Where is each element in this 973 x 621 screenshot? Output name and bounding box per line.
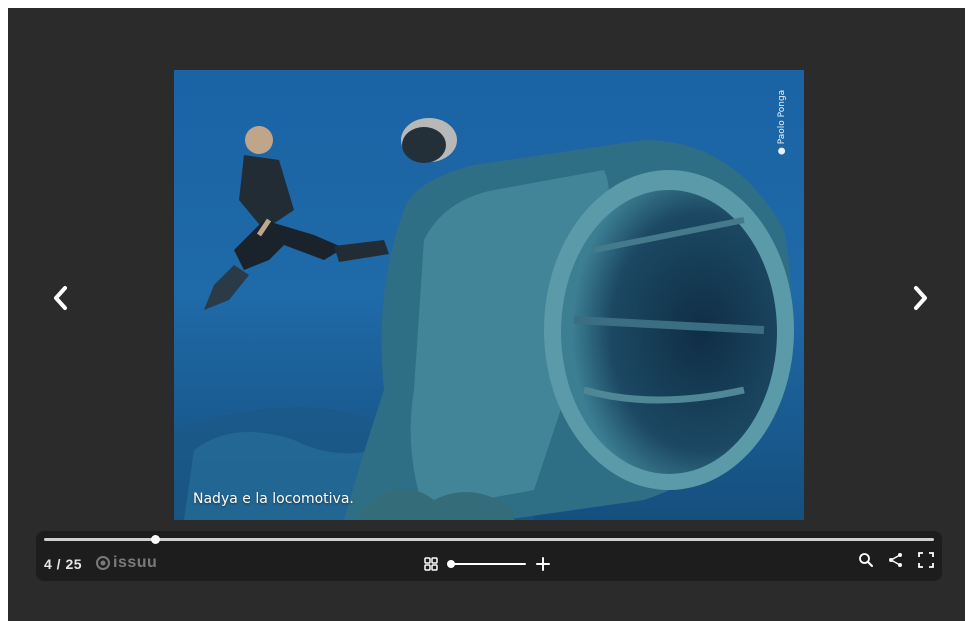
- chevron-left-icon: [54, 286, 67, 310]
- previous-page-button[interactable]: [46, 278, 76, 318]
- share-icon: [889, 553, 902, 567]
- page-caption: Nadya e la locomotiva.: [193, 491, 354, 507]
- grid-view-button[interactable]: [424, 557, 438, 571]
- viewer-toolbar: 4 / 25 issuu: [36, 531, 942, 581]
- issuu-logo[interactable]: issuu: [96, 554, 157, 572]
- page-progress-bar[interactable]: [44, 535, 934, 544]
- zoom-in-button[interactable]: [536, 557, 550, 571]
- plus-icon: [536, 557, 550, 571]
- zoom-handle[interactable]: [447, 560, 455, 568]
- toolbar-actions: [858, 552, 934, 568]
- chevron-right-icon: [914, 286, 927, 310]
- search-icon: [859, 553, 873, 567]
- search-button[interactable]: [858, 552, 874, 568]
- copyright-icon: ●: [777, 144, 787, 155]
- underwater-photo: [174, 70, 804, 520]
- zoom-controls: [424, 552, 550, 576]
- next-page-button[interactable]: [905, 278, 935, 318]
- zoom-track: [450, 563, 526, 565]
- brand-name: issuu: [113, 554, 158, 571]
- photo-credit-text: Paolo Ponga: [777, 89, 787, 145]
- fullscreen-icon: [918, 552, 934, 568]
- page-counter: 4 / 25: [44, 556, 83, 572]
- zoom-slider[interactable]: [447, 557, 530, 571]
- fullscreen-button[interactable]: [918, 552, 934, 568]
- progress-handle[interactable]: [151, 535, 161, 544]
- share-button[interactable]: [888, 552, 904, 568]
- document-viewer: Nadya e la locomotiva. ● Paolo Ponga 4 /…: [8, 8, 965, 621]
- photo-credit: ● Paolo Ponga: [777, 90, 787, 155]
- grid-view-icon: [424, 557, 438, 571]
- page-image: Nadya e la locomotiva. ● Paolo Ponga: [174, 70, 804, 520]
- issuu-mark-icon: [96, 556, 110, 570]
